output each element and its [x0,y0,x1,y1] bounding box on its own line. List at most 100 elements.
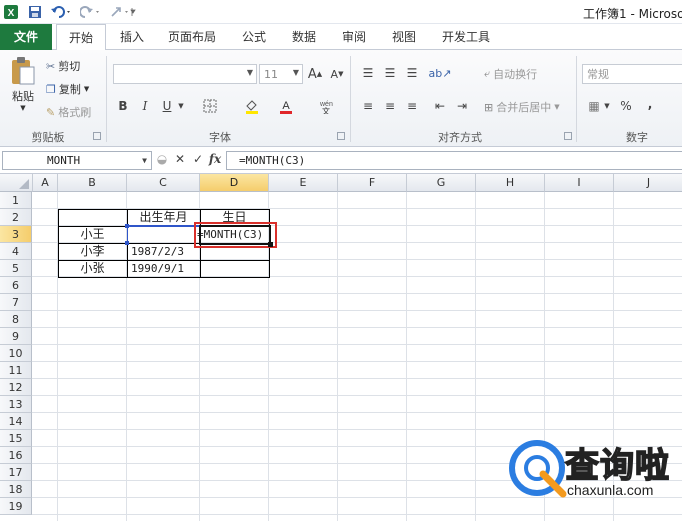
format-painter-button[interactable]: ✎ 格式刷 [46,104,91,120]
column-header-g[interactable]: G [407,174,476,192]
merge-center-label: 合并后居中 [496,101,552,114]
wrap-text-label: 自动换行 [493,68,538,81]
column-header-f[interactable]: F [338,174,407,192]
row-header-6[interactable]: 6 [0,277,32,294]
alignment-launcher-icon[interactable] [564,132,572,140]
merge-center-button[interactable]: ⊞ 合并后居中 ▼ [484,99,560,115]
tab-insert[interactable]: 插入 [110,24,154,50]
currency-icon[interactable]: ▦ [584,97,604,115]
cell-b4[interactable]: 小李 [60,243,125,260]
column-header-e[interactable]: E [269,174,338,192]
column-header-h[interactable]: H [476,174,545,192]
row-header-19[interactable]: 19 [0,498,32,515]
window-title: 工作簿1 - Microso [583,7,682,21]
grow-font-icon[interactable]: A ▲ [305,65,325,83]
select-all-corner[interactable] [0,174,33,192]
cell-c4[interactable]: 1987/2/3 [129,243,198,260]
tab-formulas[interactable]: 公式 [232,24,276,50]
borders-icon[interactable] [200,97,220,115]
cell-b5[interactable]: 小张 [60,260,125,277]
increase-indent-icon[interactable]: ⇥ [452,97,472,115]
row-header-14[interactable]: 14 [0,413,32,430]
font-name-combo[interactable]: ▼ [113,64,257,84]
align-bottom-icon[interactable]: ☰ [402,64,422,82]
align-top-icon[interactable]: ☰ [358,64,378,82]
underline-button[interactable]: U [157,97,177,115]
font-size-combo[interactable]: 11 ▼ [259,64,303,84]
copy-button[interactable]: ❐ 复制 ▼ [46,81,89,97]
tab-file[interactable]: 文件 [0,24,52,50]
cell-b3[interactable]: 小王 [60,226,125,243]
enter-icon[interactable]: ✓ [190,152,206,166]
tab-home[interactable]: 开始 [56,24,106,51]
row-header-11[interactable]: 11 [0,362,32,379]
name-box[interactable]: MONTH ▼ [2,151,152,170]
tab-developer[interactable]: 开发工具 [432,24,500,50]
ribbon-tabs: 文件 开始 插入 页面布局 公式 数据 审阅 视图 开发工具 [0,24,682,51]
shrink-font-icon[interactable]: A ▼ [327,65,347,83]
row-header-9[interactable]: 9 [0,328,32,345]
font-size-value: 11 [264,67,278,81]
row-header-18[interactable]: 18 [0,481,32,498]
row-header-4[interactable]: 4 [0,243,32,260]
cut-button[interactable]: ✂ 剪切 [46,58,80,74]
insert-function-icon[interactable]: fx [207,152,223,166]
row-header-7[interactable]: 7 [0,294,32,311]
bold-button[interactable]: B [113,97,133,115]
cell-c5[interactable]: 1990/9/1 [129,260,198,277]
orientation-icon[interactable]: ab↗ [429,64,452,82]
undo-icon[interactable] [48,3,74,21]
row-header-1[interactable]: 1 [0,192,32,209]
row-header-3[interactable]: 3 [0,226,32,243]
tab-review[interactable]: 审阅 [332,24,376,50]
redo-icon[interactable] [78,3,104,21]
align-left-icon[interactable]: ≡ [358,97,378,115]
font-launcher-icon[interactable] [337,132,345,140]
row-header-13[interactable]: 13 [0,396,32,413]
column-header-c[interactable]: C [127,174,200,192]
percent-button[interactable]: % [616,97,636,115]
tab-view[interactable]: 视图 [382,24,426,50]
tab-data[interactable]: 数据 [282,24,326,50]
wrap-text-button[interactable]: ⤶ 自动换行 [484,66,537,82]
row-header-8[interactable]: 8 [0,311,32,328]
fill-color-icon[interactable] [242,97,262,115]
chevron-down-icon[interactable]: ▼ [176,97,186,115]
formula-bar: MONTH ▼ ◒ ✕ ✓ fx =MONTH(C3) [0,147,682,174]
watermark-domain: chaxunla.com [567,482,654,498]
copy-label: 复制 [58,83,81,96]
save-icon[interactable] [26,3,44,21]
align-right-icon[interactable]: ≡ [402,97,422,115]
align-middle-icon[interactable]: ☰ [380,64,400,82]
clipboard-launcher-icon[interactable] [93,132,101,140]
font-color-icon[interactable]: A [276,97,296,115]
row-header-10[interactable]: 10 [0,345,32,362]
function-list-icon[interactable]: ◒ [154,152,170,166]
decrease-indent-icon[interactable]: ⇤ [430,97,450,115]
formula-input[interactable]: =MONTH(C3) [226,151,682,170]
cancel-icon[interactable]: ✕ [172,152,188,166]
row-header-16[interactable]: 16 [0,447,32,464]
row-header-2[interactable]: 2 [0,209,32,226]
align-center-icon[interactable]: ≡ [380,97,400,115]
number-format-value: 常规 [587,68,609,81]
number-format-combo[interactable]: 常规 [582,64,682,84]
row-header-15[interactable]: 15 [0,430,32,447]
row-header-17[interactable]: 17 [0,464,32,481]
fill-handle[interactable] [268,242,273,247]
chevron-down-icon[interactable]: ▼ [602,97,612,115]
paste-button[interactable]: 粘贴 ▼ [6,56,40,116]
row-header-12[interactable]: 12 [0,379,32,396]
column-header-a[interactable]: A [33,174,58,192]
column-header-i[interactable]: I [545,174,614,192]
column-header-j[interactable]: J [614,174,682,192]
column-header-b[interactable]: B [58,174,127,192]
italic-button[interactable]: I [135,97,155,115]
column-header-d[interactable]: D [200,174,269,192]
comma-button[interactable]: , [640,95,660,113]
cell-c2[interactable]: 出生年月 [129,209,198,226]
customize-toolbar-icon[interactable] [108,3,138,21]
phonetic-icon[interactable]: wén 文 [316,97,342,115]
tab-page-layout[interactable]: 页面布局 [160,24,224,50]
row-header-5[interactable]: 5 [0,260,32,277]
